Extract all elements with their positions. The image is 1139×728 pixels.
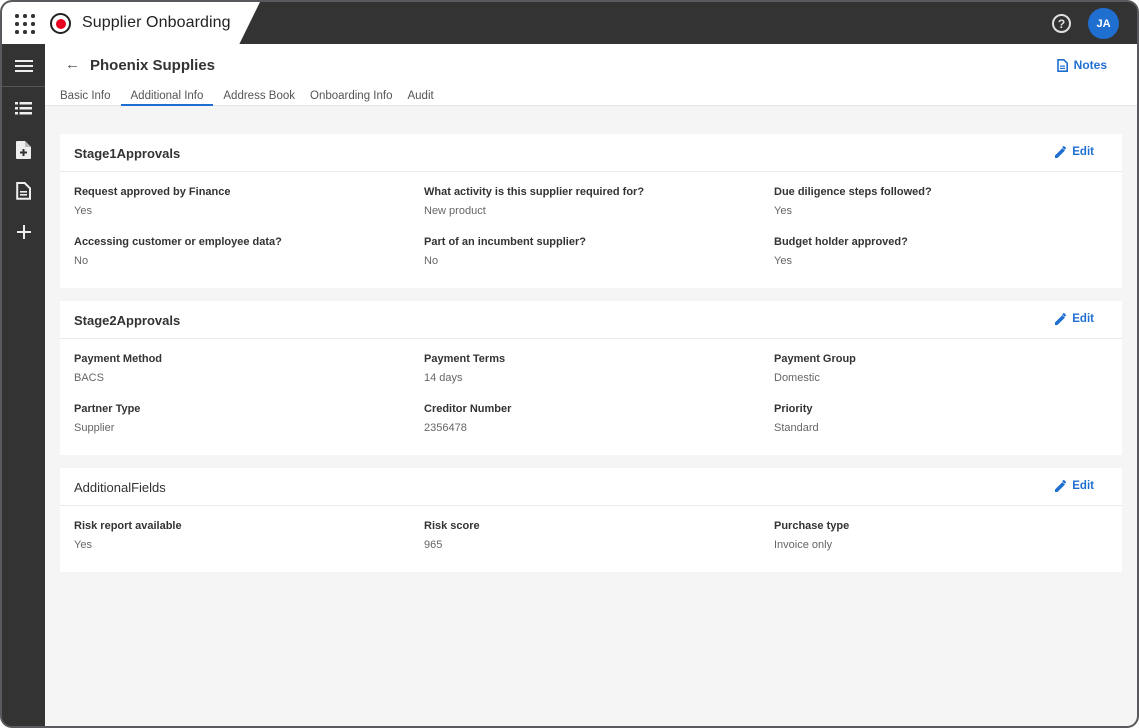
field-label: Budget holder approved? <box>774 236 908 248</box>
notes-button[interactable]: Notes <box>1056 58 1107 72</box>
field-label: What activity is this supplier required … <box>424 186 645 198</box>
app-window: Supplier Onboarding ? JA ← Phoenix Suppl… <box>0 0 1139 728</box>
field-budget-holder: Budget holder approved? Yes <box>774 236 1104 267</box>
field-incumbent-supplier: Part of an incumbent supplier? No <box>424 236 754 267</box>
field-value: No <box>424 255 439 267</box>
section-title: AdditionalFields <box>74 480 166 495</box>
edit-stage1-button[interactable]: Edit <box>1055 146 1094 158</box>
field-value: Yes <box>74 205 92 217</box>
list-icon <box>15 101 32 114</box>
menu-icon <box>14 60 33 72</box>
pencil-icon <box>1055 146 1068 158</box>
edit-label: Edit <box>1072 313 1094 325</box>
field-value: Yes <box>774 205 792 217</box>
field-payment-group: Payment Group Domestic <box>774 353 1104 384</box>
document-icon <box>16 182 31 200</box>
field-label: Risk score <box>424 520 480 532</box>
section-header: AdditionalFields Edit <box>60 468 1122 506</box>
tab-bar: Basic Info Additional Info Address Book … <box>55 88 444 106</box>
field-label: Creditor Number <box>424 403 512 415</box>
field-purchase-type: Purchase type Invoice only <box>774 520 1104 551</box>
pencil-icon <box>1055 313 1068 325</box>
field-payment-method: Payment Method BACS <box>74 353 404 384</box>
main-content: ← Phoenix Supplies Notes Basic Info Addi… <box>45 44 1137 726</box>
plus-icon <box>16 225 31 239</box>
field-label: Accessing customer or employee data? <box>74 236 282 248</box>
tab-onboarding-info[interactable]: Onboarding Info <box>305 88 397 106</box>
field-value: Yes <box>74 539 92 551</box>
nav-add-document-button[interactable] <box>2 130 45 170</box>
field-creditor-number: Creditor Number 2356478 <box>424 403 754 434</box>
edit-additional-fields-button[interactable]: Edit <box>1055 480 1094 492</box>
edit-label: Edit <box>1072 480 1094 492</box>
section-title: Stage1Approvals <box>74 146 181 161</box>
field-value: Standard <box>774 422 819 434</box>
field-activity: What activity is this supplier required … <box>424 186 754 217</box>
field-value: Domestic <box>774 372 820 384</box>
field-priority: Priority Standard <box>774 403 1104 434</box>
side-nav <box>2 44 45 726</box>
nav-list-button[interactable] <box>2 88 45 128</box>
pencil-icon <box>1055 480 1068 492</box>
field-value: BACS <box>74 372 104 384</box>
tab-additional-info[interactable]: Additional Info <box>120 88 214 106</box>
field-risk-score: Risk score 965 <box>424 520 754 551</box>
field-partner-type: Partner Type Supplier <box>74 403 404 434</box>
field-value: Yes <box>774 255 792 267</box>
top-bar: Supplier Onboarding ? JA <box>2 2 1137 44</box>
notes-label: Notes <box>1073 58 1107 72</box>
field-value: Supplier <box>74 422 115 434</box>
field-label: Payment Group <box>774 353 856 365</box>
field-label: Part of an incumbent supplier? <box>424 236 586 248</box>
menu-button[interactable] <box>2 46 45 86</box>
section-header: Stage2Approvals Edit <box>60 301 1122 339</box>
tab-audit[interactable]: Audit <box>402 88 438 106</box>
nav-add-button[interactable] <box>2 212 45 252</box>
add-document-icon <box>16 141 31 159</box>
app-title: Supplier Onboarding <box>82 14 231 31</box>
field-value: New product <box>424 205 486 217</box>
edit-stage2-button[interactable]: Edit <box>1055 313 1094 325</box>
field-due-diligence: Due diligence steps followed? Yes <box>774 186 1104 217</box>
nav-document-button[interactable] <box>2 171 45 211</box>
field-risk-report: Risk report available Yes <box>74 520 404 551</box>
logo-icon <box>50 13 71 34</box>
notes-icon <box>1056 58 1068 72</box>
field-label: Risk report available <box>74 520 182 532</box>
field-value: 965 <box>424 539 443 551</box>
user-avatar[interactable]: JA <box>1088 8 1119 39</box>
field-label: Partner Type <box>74 403 141 415</box>
tab-address-book[interactable]: Address Book <box>218 88 300 106</box>
field-request-approved: Request approved by Finance Yes <box>74 186 404 217</box>
field-payment-terms: Payment Terms 14 days <box>424 353 754 384</box>
edit-label: Edit <box>1072 146 1094 158</box>
section-stage2-approvals: Stage2Approvals Edit Payment Method BACS … <box>60 301 1122 455</box>
back-arrow-icon[interactable]: ← <box>65 56 80 73</box>
field-value: 14 days <box>424 372 463 384</box>
field-label: Purchase type <box>774 520 850 532</box>
app-launcher-icon[interactable] <box>15 14 35 34</box>
tab-basic-info[interactable]: Basic Info <box>55 88 116 106</box>
field-customer-data: Accessing customer or employee data? No <box>74 236 404 267</box>
section-additional-fields: AdditionalFields Edit Risk report availa… <box>60 468 1122 572</box>
field-label: Payment Terms <box>424 353 506 365</box>
field-value: No <box>74 255 89 267</box>
page-title: Phoenix Supplies <box>90 57 216 74</box>
field-label: Priority <box>774 403 813 415</box>
brand-area: Supplier Onboarding <box>2 2 260 44</box>
field-label: Due diligence steps followed? <box>774 186 932 198</box>
field-value: 2356478 <box>424 422 467 434</box>
nav-divider <box>2 86 45 87</box>
field-label: Payment Method <box>74 353 163 365</box>
section-header: Stage1Approvals Edit <box>60 134 1122 172</box>
help-icon[interactable]: ? <box>1052 14 1071 33</box>
section-title: Stage2Approvals <box>74 313 181 328</box>
section-stage1-approvals: Stage1Approvals Edit Request approved by… <box>60 134 1122 288</box>
page-header: ← Phoenix Supplies Notes Basic Info Addi… <box>45 44 1137 106</box>
field-label: Request approved by Finance <box>74 186 231 198</box>
field-value: Invoice only <box>774 539 833 551</box>
